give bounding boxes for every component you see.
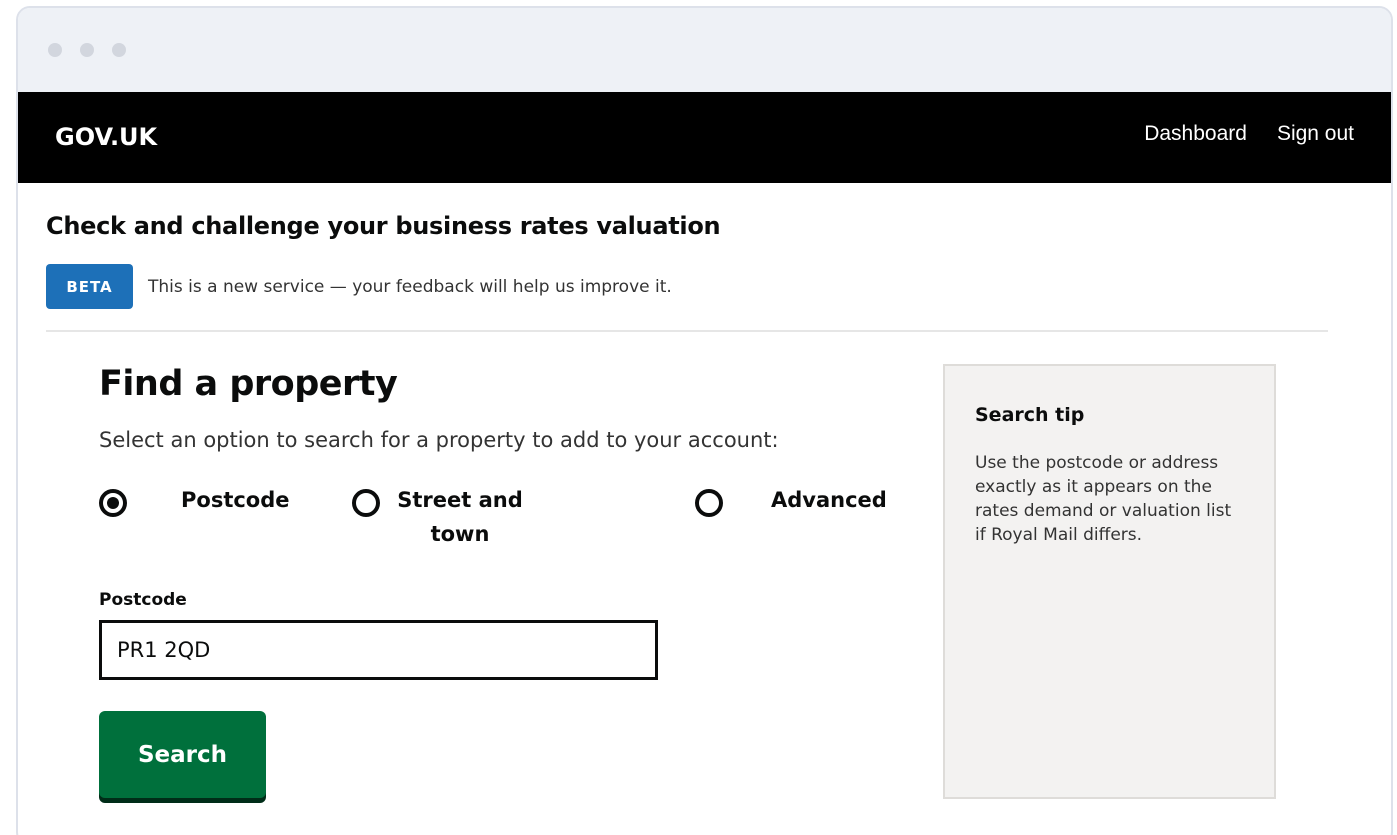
window-dot-icon [80,43,94,57]
window-titlebar [18,8,1391,92]
divider [46,330,1328,332]
search-tip-panel: Search tip Use the postcode or address e… [943,364,1276,799]
search-type-radios: Postcode Street and town Advanced [99,483,919,553]
radio-unchecked-icon[interactable] [695,489,723,517]
postcode-field-label: Postcode [99,590,187,610]
site-header: GOV.UK Dashboard Sign out [18,92,1391,183]
radio-label[interactable]: Postcode [181,483,331,517]
postcode-input[interactable] [99,620,658,680]
beta-tag: BETA [46,264,133,309]
nav-sign-out-link[interactable]: Sign out [1277,122,1354,146]
search-button[interactable]: Search [99,711,266,798]
window-dot-icon [112,43,126,57]
header-nav: Dashboard Sign out [1144,92,1354,183]
radio-advanced[interactable]: Advanced [695,483,921,517]
govuk-logo[interactable]: GOV.UK [55,92,157,183]
radio-label[interactable]: Street and town [375,483,545,551]
nav-dashboard-link[interactable]: Dashboard [1144,122,1247,146]
radio-checked-icon[interactable] [99,489,127,517]
radio-label[interactable]: Advanced [771,483,921,517]
radio-street-and-town[interactable]: Street and town [352,483,545,551]
search-tip-body: Use the postcode or address exactly as i… [975,453,1232,545]
phase-banner-text: This is a new service — your feedback wi… [148,276,672,297]
service-title: Check and challenge your business rates … [46,212,721,240]
search-tip-title: Search tip [975,404,1085,426]
phase-banner: BETA This is a new service — your feedba… [46,264,672,309]
page-heading: Find a property [99,364,398,404]
window-dot-icon [48,43,62,57]
search-instruction: Select an option to search for a propert… [99,428,779,452]
radio-postcode[interactable]: Postcode [99,483,331,517]
